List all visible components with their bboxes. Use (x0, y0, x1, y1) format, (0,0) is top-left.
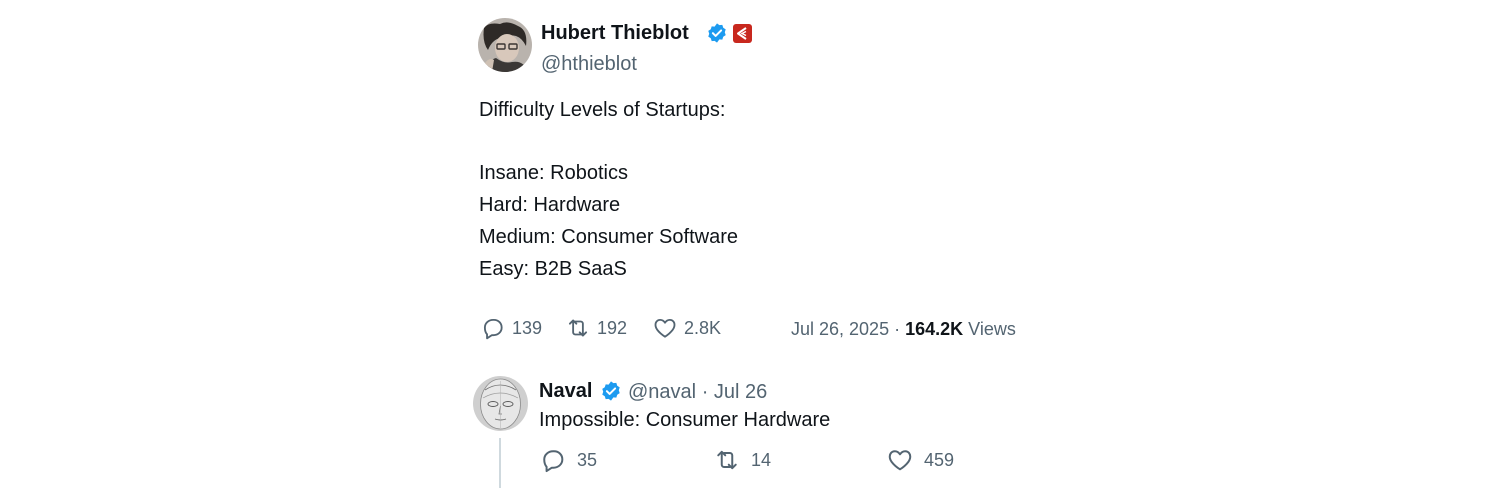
like-button[interactable]: 2.8K (652, 314, 721, 342)
tweet-text-line: Insane: Robotics (479, 162, 628, 184)
reply-date[interactable]: Jul 26 (714, 381, 767, 403)
reply-repost-button[interactable]: 14 (713, 446, 771, 474)
reply-reply-button[interactable]: 35 (539, 446, 597, 474)
verified-badge-icon (600, 380, 622, 402)
views-label: Views (968, 319, 1016, 339)
tweet-text-line: Easy: B2B SaaS (479, 258, 627, 280)
thread-connector-line (499, 438, 501, 488)
affiliate-badge-icon[interactable] (733, 24, 752, 43)
tweet-text-line: Medium: Consumer Software (479, 226, 738, 248)
author-handle[interactable]: @hthieblot (541, 51, 637, 77)
author-display-name[interactable]: Hubert Thieblot (541, 20, 689, 46)
reply-repost-count: 14 (751, 449, 772, 470)
heart-icon (888, 450, 912, 471)
sketch-face-avatar (473, 376, 528, 431)
repost-button[interactable]: 192 (565, 314, 627, 342)
reply-meta: @naval · Jul 26 (628, 379, 767, 405)
tweet-text-line: Hard: Hardware (479, 194, 621, 216)
reply-icon (543, 450, 564, 473)
tweet-text-line: Difficulty Levels of Startups: (479, 99, 726, 121)
repost-icon (717, 450, 737, 470)
repost-icon (568, 319, 588, 337)
reply-author-avatar[interactable] (473, 376, 528, 431)
verified-badge-icon (706, 22, 728, 44)
reply-text: Impossible: Consumer Hardware (539, 409, 831, 431)
person-avatar-photo (478, 18, 532, 72)
reply-reply-count: 35 (577, 449, 598, 470)
like-count: 2.8K (684, 317, 722, 338)
reply-author-handle[interactable]: @naval (628, 381, 696, 403)
reply-icon (483, 318, 503, 340)
meta-separator: · (894, 319, 901, 339)
heart-icon (654, 318, 676, 338)
reply-author-name[interactable]: Naval (539, 378, 592, 404)
meta-separator: · (701, 381, 709, 403)
tweet-meta: Jul 26, 2025 · 164.2K Views (791, 316, 1016, 342)
reply-like-count: 459 (924, 449, 955, 470)
reply-like-button[interactable]: 459 (886, 446, 954, 474)
repost-count: 192 (597, 317, 628, 338)
tweet-date[interactable]: Jul 26, 2025 (791, 319, 889, 339)
author-avatar[interactable] (478, 18, 532, 72)
views-count: 164.2K (905, 319, 964, 339)
reply-count: 139 (512, 317, 543, 338)
reply-button[interactable]: 139 (480, 314, 542, 342)
